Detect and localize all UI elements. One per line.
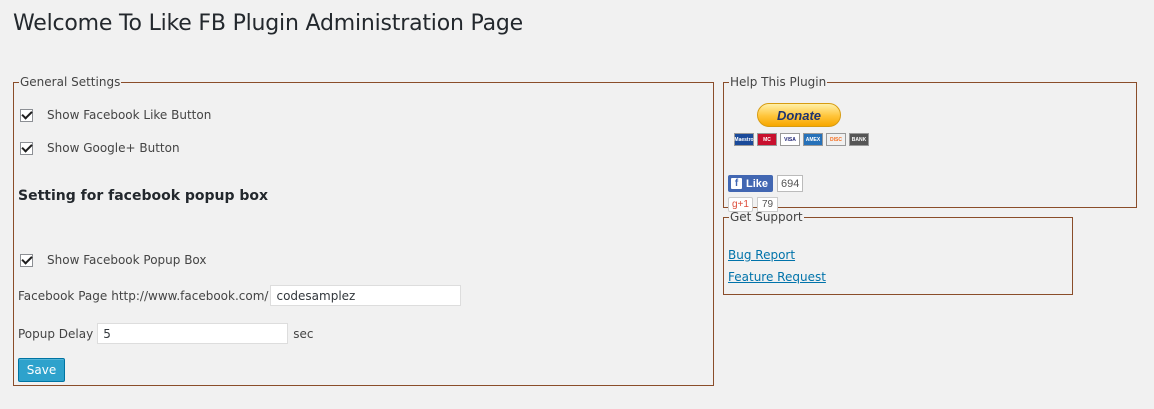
show-like-label: Show Facebook Like Button: [47, 108, 212, 122]
general-settings-panel: General Settings Show Facebook Like Butt…: [13, 75, 714, 386]
donate-button[interactable]: Donate: [757, 103, 841, 127]
fb-page-label: Facebook Page: [18, 288, 108, 303]
show-popup-row: Show Facebook Popup Box: [20, 253, 207, 267]
bank-card-icon: BANK: [849, 133, 869, 146]
popup-delay-row: Popup Delay sec: [18, 323, 313, 344]
fb-page-prefix: http://www.facebook.com/: [111, 288, 269, 303]
fb-page-row: Facebook Page http://www.facebook.com/: [18, 285, 462, 306]
amex-card-icon: AMEX: [803, 133, 823, 146]
popup-section-heading: Setting for facebook popup box: [18, 188, 269, 204]
fb-like-count: 694: [777, 175, 804, 192]
visa-card-icon: VISA: [780, 133, 800, 146]
help-plugin-legend: Help This Plugin: [730, 75, 827, 89]
discover-card-icon: DISC: [826, 133, 846, 146]
fb-page-input[interactable]: [270, 285, 462, 306]
show-popup-checkbox[interactable]: [20, 253, 33, 267]
fb-like-label: Like: [746, 177, 769, 190]
popup-delay-input[interactable]: [97, 323, 289, 344]
fb-like-widget: f Like 694: [728, 175, 804, 192]
feature-request-link[interactable]: Feature Request: [728, 270, 826, 284]
page-title: Welcome To Like FB Plugin Administration…: [13, 11, 523, 36]
popup-delay-unit: sec: [293, 326, 314, 341]
help-plugin-panel: Help This Plugin Donate Maestro MC VISA …: [723, 75, 1137, 212]
show-like-checkbox[interactable]: [20, 108, 33, 122]
show-gplus-row: Show Google+ Button: [20, 141, 180, 155]
show-gplus-checkbox[interactable]: [20, 141, 33, 155]
payment-cards: Maestro MC VISA AMEX DISC BANK: [734, 133, 872, 146]
mastercard-card-icon: MC: [757, 133, 777, 146]
get-support-legend: Get Support: [730, 210, 803, 224]
popup-delay-label: Popup Delay: [18, 326, 94, 341]
show-like-row: Show Facebook Like Button: [20, 108, 211, 122]
general-settings-legend: General Settings: [20, 75, 121, 89]
facebook-icon: f: [731, 178, 742, 189]
show-popup-label: Show Facebook Popup Box: [47, 253, 207, 267]
maestro-card-icon: Maestro: [734, 133, 754, 146]
save-button[interactable]: Save: [18, 358, 65, 382]
show-gplus-label: Show Google+ Button: [47, 141, 180, 155]
get-support-panel: Get Support Bug Report Feature Request: [723, 210, 1073, 295]
bug-report-link[interactable]: Bug Report: [728, 248, 795, 262]
fb-like-button[interactable]: f Like: [728, 175, 774, 192]
